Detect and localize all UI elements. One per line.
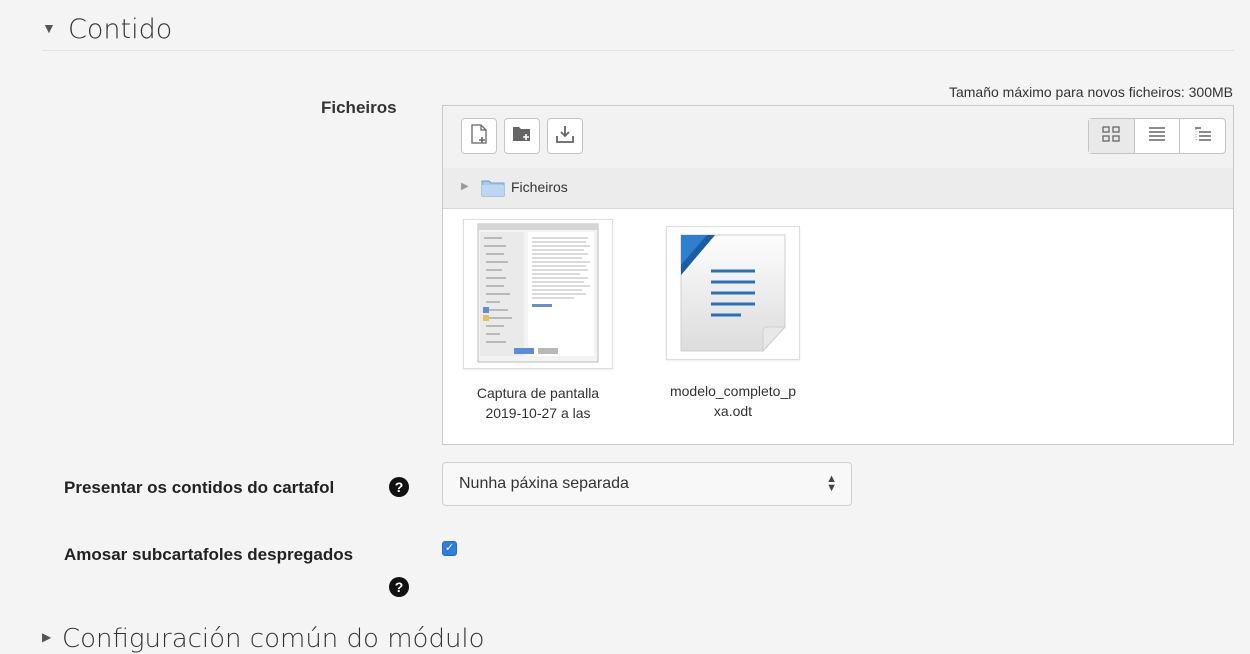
tree-view-icon: [1194, 126, 1212, 147]
section-title: Contido: [68, 14, 173, 45]
tree-view-button[interactable]: [1179, 119, 1225, 153]
max-file-size-note: Tamaño máximo para novos ficheiros: 300M…: [948, 84, 1233, 100]
screenshot-thumbnail: [463, 219, 613, 369]
breadcrumb: ▶ Ficheiros: [443, 168, 1233, 209]
grid-view-icon: [1102, 125, 1120, 147]
file-item-screenshot[interactable]: Captura de pantalla 2019-10-27 a las: [458, 219, 618, 423]
odt-document-icon: [666, 226, 800, 360]
create-folder-button[interactable]: [504, 118, 540, 154]
display-option-label: Presentar os contidos do cartafol ?: [64, 477, 409, 498]
help-icon[interactable]: ?: [389, 577, 409, 597]
file-grid: Captura de pantalla 2019-10-27 a las mod…: [443, 209, 1233, 444]
expand-triangle-icon[interactable]: ▶: [461, 181, 469, 192]
show-expanded-checkbox[interactable]: ✓: [442, 541, 457, 556]
files-label: Ficheiros: [321, 98, 397, 117]
select-arrows-icon: ▲ ▼: [826, 473, 837, 494]
download-icon: [555, 124, 575, 149]
section-header-contido[interactable]: ▼ Contido: [42, 12, 1234, 51]
section-title: Configuración común do módulo: [62, 624, 485, 654]
caret-right-icon[interactable]: ▶: [42, 630, 51, 644]
help-icon[interactable]: ?: [389, 477, 409, 497]
list-view-icon: [1148, 126, 1166, 147]
view-mode-toggle: [1088, 118, 1226, 154]
folder-plus-icon: [512, 125, 532, 147]
file-name[interactable]: modelo_completo_p xa.odt: [653, 381, 813, 421]
grid-view-button[interactable]: [1089, 119, 1134, 153]
file-picker-toolbar: [443, 106, 1233, 169]
subfolders-option-label: Amosar subcartafoles despregados: [64, 545, 354, 564]
file-plus-icon: [470, 123, 488, 149]
folder-icon: [481, 179, 505, 202]
list-view-button[interactable]: [1133, 119, 1180, 153]
add-file-button[interactable]: [461, 118, 497, 154]
display-select[interactable]: Nunha páxina separada ▲ ▼: [442, 462, 852, 506]
breadcrumb-folder-name[interactable]: Ficheiros: [511, 179, 568, 195]
file-name[interactable]: Captura de pantalla 2019-10-27 a las: [458, 383, 618, 423]
caret-down-icon[interactable]: ▼: [42, 20, 56, 36]
file-item-odt[interactable]: modelo_completo_p xa.odt: [653, 219, 813, 421]
download-all-button[interactable]: [547, 118, 583, 154]
file-picker: ▶ Ficheiros Captura de pantalla 2019-10-…: [442, 105, 1234, 445]
